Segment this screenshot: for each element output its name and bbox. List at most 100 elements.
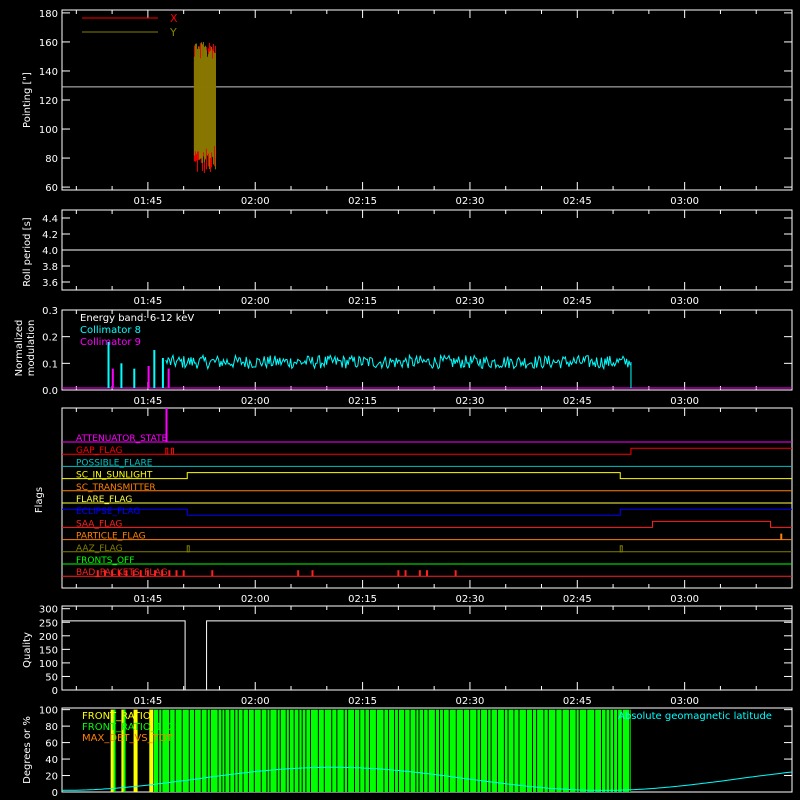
x-tick-label: 01:45 <box>133 396 162 407</box>
y-tick-label: 160 <box>39 38 58 49</box>
y-tick-label: 3.6 <box>42 278 58 289</box>
flags-ylabel: Flags <box>34 487 45 513</box>
pointing-xticks: 01:45 02:00 02:15 02:30 02:45 03:00 <box>75 10 793 207</box>
y-tick-label: 0.1 <box>42 359 58 370</box>
collimator-9-label: Collimator 9 <box>80 337 141 348</box>
y-tick-label: 0 <box>52 788 58 799</box>
y-tick-label: 80 <box>45 722 58 733</box>
modulation-panel: 0.0 0.1 0.2 0.3 01:45 02:00 02:15 02:30 02:45 03… <box>14 306 793 407</box>
x-tick-label: 02:30 <box>456 696 485 707</box>
flags-frame <box>61 407 793 589</box>
y-tick-label: 0.2 <box>42 333 58 344</box>
roll-ylabel: Roll period [s] <box>22 217 33 286</box>
x-tick-label: 02:45 <box>563 696 592 707</box>
geomag-ylabel: Degrees or % <box>22 716 33 784</box>
x-tick-label: 02:30 <box>456 296 485 307</box>
flags-panel: 01:45 02:00 02:15 02:30 02:45 03:00 ATTENUATO… <box>34 407 793 605</box>
aaz-mark <box>186 545 190 553</box>
x-tick-label: 02:45 <box>563 396 592 407</box>
y-tick-label: 0.0 <box>42 386 58 397</box>
y-tick-label: 120 <box>39 96 58 107</box>
roll-xticks: 01:45 02:00 02:15 02:30 02:45 03:00 <box>75 210 793 307</box>
front-ratio-1225-label: FRONT_RATIO_1225 <box>82 722 181 733</box>
pointing-yticks: 60 80 100 120 140 160 180 <box>39 9 792 194</box>
y-tick-label: 20 <box>45 772 58 783</box>
x-tick-label: 02:45 <box>563 296 592 307</box>
flag-line <box>62 508 792 516</box>
y-tick-label: 100 <box>39 125 58 136</box>
y-tick-label: 60 <box>45 739 58 750</box>
front-ratio-label: FRONT_RATIO <box>82 711 151 722</box>
flags-rows: ATTENUATOR_STATEGAP_FLAGPOSSIBLE_FLARESC… <box>62 408 792 578</box>
y-tick-label: 180 <box>39 9 58 20</box>
x-tick-label: 01:45 <box>133 696 162 707</box>
y-tick-label: 4.0 <box>42 246 58 257</box>
y-tick-label: 250 <box>39 618 58 629</box>
modulation-ylabel-2: modulation <box>26 320 37 377</box>
x-tick-label: 02:00 <box>241 594 270 605</box>
x-tick-label: 01:45 <box>133 594 162 605</box>
x-tick-label: 02:00 <box>241 196 270 207</box>
x-tick-label: 03:00 <box>670 594 699 605</box>
y-tick-label: 300 <box>39 605 58 616</box>
latitude-label: Absolute geomagnetic latitude <box>618 711 772 722</box>
y-tick-label: 3.8 <box>42 262 58 273</box>
x-tick-label: 02:15 <box>348 296 377 307</box>
roll-panel: 3.6 3.8 4.0 4.2 4.4 01:45 02:00 02:15 02:30 02:4… <box>22 209 793 307</box>
legend-x-label: X <box>170 12 178 25</box>
x-tick-label: 02:15 <box>348 696 377 707</box>
modulation-ylabel-1: Normalized <box>14 320 25 377</box>
x-tick-label: 02:45 <box>563 594 592 605</box>
flag-line <box>62 472 792 480</box>
quality-panel: 050100150200250300 01:45 02:00 02:15 02:30 0… <box>22 605 793 707</box>
x-tick-label: 02:15 <box>348 594 377 605</box>
x-tick-label: 02:00 <box>241 696 270 707</box>
x-tick-label: 01:45 <box>133 196 162 207</box>
x-tick-label: 02:15 <box>348 196 377 207</box>
y-tick-label: 4.2 <box>42 230 58 241</box>
x-tick-label: 03:00 <box>670 196 699 207</box>
max-det-label: MAX_DET_VS_TOT <box>82 733 174 744</box>
gap-mark <box>171 447 174 455</box>
y-tick-label: 4.4 <box>42 214 58 225</box>
y-tick-label: 140 <box>39 67 58 78</box>
x-tick-label: 02:00 <box>241 396 270 407</box>
x-tick-label: 02:00 <box>241 296 270 307</box>
modulation-series <box>62 342 792 389</box>
aaz-mark <box>619 545 623 553</box>
y-tick-label: 150 <box>39 645 58 656</box>
y-tick-label: 0 <box>52 686 58 697</box>
x-tick-label: 02:30 <box>456 594 485 605</box>
y-tick-label: 0.3 <box>42 306 58 317</box>
x-tick-label: 02:15 <box>348 396 377 407</box>
collimator-8-series <box>165 353 631 371</box>
x-tick-label: 03:00 <box>670 296 699 307</box>
quality-yticks: 0 50 100 150 200 250 300 <box>39 605 792 697</box>
green-region <box>151 709 631 792</box>
x-tick-label: 02:30 <box>456 196 485 207</box>
y-tick-label: 50 <box>45 672 58 683</box>
x-tick-label: 02:30 <box>456 396 485 407</box>
rhessi-quicklook-chart: 60 80 100 120 140 160 180 01:45 02:00 02:15 02:30… <box>14 9 793 799</box>
collimator-8-label: Collimator 8 <box>80 325 141 336</box>
x-tick-label: 03:00 <box>670 696 699 707</box>
energy-band-label: Energy band: 6-12 keV <box>80 313 194 324</box>
x-tick-label: 02:45 <box>563 196 592 207</box>
quality-frame <box>61 605 793 691</box>
x-tick-label: 01:45 <box>133 296 162 307</box>
flag-line <box>62 520 792 528</box>
y-tick-label: 40 <box>45 755 58 766</box>
y-tick-label: 100 <box>39 659 58 670</box>
y-tick-label: 60 <box>45 183 58 194</box>
geomag-panel: 0 20 40 60 80 100 FRONT_RATIO FRONT_RATIO_122… <box>22 706 793 799</box>
roll-yticks: 3.6 3.8 4.0 4.2 4.4 <box>42 214 792 289</box>
legend-y-label: Y <box>169 26 177 39</box>
x-tick-label: 03:00 <box>670 396 699 407</box>
gap-mark <box>165 447 169 455</box>
quality-ylabel: Quality <box>22 632 33 668</box>
y-tick-label: 100 <box>39 706 58 717</box>
quality-line <box>62 620 792 691</box>
pointing-panel: 60 80 100 120 140 160 180 01:45 02:00 02:15 02:30… <box>22 9 793 207</box>
pointing-ylabel: Pointing ["] <box>22 72 33 128</box>
y-tick-label: 200 <box>39 632 58 643</box>
